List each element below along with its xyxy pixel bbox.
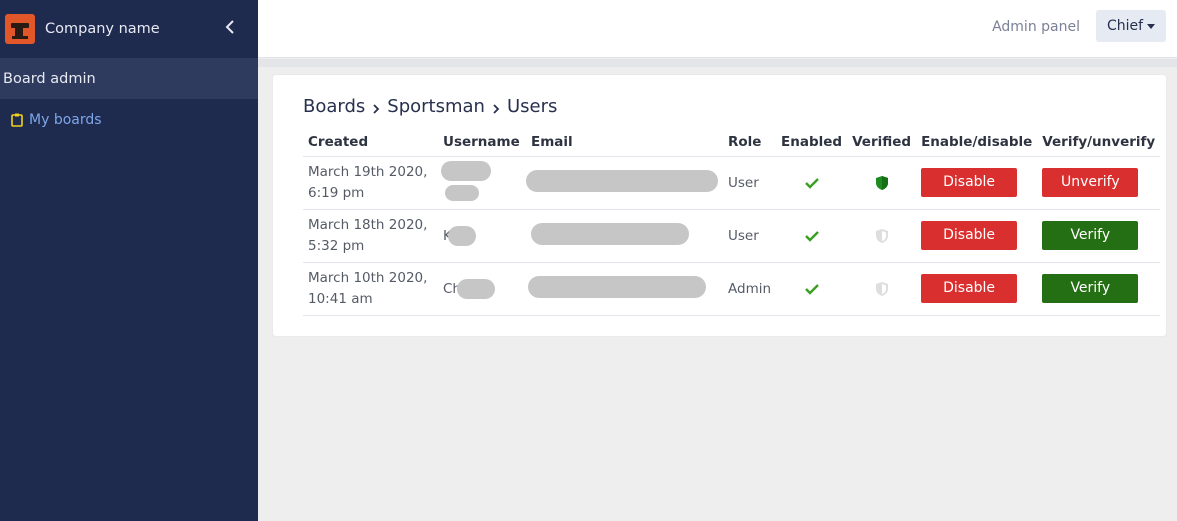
column-header-verified: Verified <box>847 129 917 157</box>
breadcrumb-sportsman[interactable]: Sportsman <box>387 96 485 117</box>
email-cell <box>526 209 723 263</box>
user-name: Chief <box>1106 18 1144 34</box>
check-icon <box>804 177 819 189</box>
enabled-cell <box>776 209 848 263</box>
caret-down-icon <box>1147 23 1156 29</box>
redacted-email <box>526 169 718 192</box>
email-cell <box>526 156 723 210</box>
table-row: March 10th 2020, 10:41 am Ch Admin Disab… <box>303 262 1161 316</box>
column-header-role: Role <box>723 129 777 157</box>
created-cell: March 10th 2020, 10:41 am <box>303 262 438 316</box>
users-card: Boards Sportsman Users Created Username … <box>273 75 1166 336</box>
redacted-username <box>445 184 479 201</box>
unverify-button[interactable]: Unverify <box>1042 168 1139 197</box>
verify-cell: Verify <box>1037 209 1161 263</box>
verified-cell <box>847 262 917 316</box>
redacted-email <box>528 275 706 298</box>
breadcrumb-boards[interactable]: Boards <box>303 96 365 117</box>
sidebar-item-label: My boards <box>29 112 102 128</box>
table-row: March 19th 2020, 6:19 pm User Disable Un… <box>303 156 1161 210</box>
verify-cell: Verify <box>1037 262 1161 316</box>
redacted-username <box>441 160 491 181</box>
shield-icon <box>875 228 888 243</box>
column-header-enabled: Enabled <box>776 129 848 157</box>
disable-button[interactable]: Disable <box>921 168 1018 197</box>
header: Admin panel Chief <box>258 0 1177 58</box>
enabled-cell <box>776 262 848 316</box>
redacted-username <box>447 225 476 246</box>
role-cell: User <box>723 156 777 210</box>
shield-icon <box>875 281 888 296</box>
column-header-email: Email <box>526 129 723 157</box>
chevron-left-icon[interactable] <box>222 18 240 36</box>
header-divider <box>258 59 1177 67</box>
created-date: March 19th 2020, <box>308 163 428 180</box>
role-cell: Admin <box>723 262 777 316</box>
breadcrumb: Boards Sportsman Users <box>303 96 557 117</box>
sidebar-item-my-boards[interactable]: My boards <box>0 99 258 141</box>
sidebar: Company name Board admin My boards <box>0 0 258 521</box>
clipboard-icon <box>11 113 23 127</box>
column-header-created: Created <box>303 129 438 157</box>
disable-button[interactable]: Disable <box>921 221 1018 250</box>
created-time: 5:32 pm <box>308 237 365 254</box>
column-header-enable-disable: Enable/disable <box>916 129 1038 157</box>
role-cell: User <box>723 209 777 263</box>
check-icon <box>804 230 819 242</box>
admin-panel-link[interactable]: Admin panel <box>992 19 1080 35</box>
redacted-username <box>456 278 495 299</box>
check-icon <box>804 283 819 295</box>
username-cell <box>438 156 526 210</box>
created-time: 10:41 am <box>308 290 373 307</box>
user-dropdown[interactable]: Chief <box>1096 10 1166 42</box>
brand-name: Company name <box>45 21 160 37</box>
created-cell: March 19th 2020, 6:19 pm <box>303 156 438 210</box>
created-time: 6:19 pm <box>308 184 365 201</box>
table-row: March 18th 2020, 5:32 pm K User Disable … <box>303 209 1161 263</box>
verify-button[interactable]: Verify <box>1042 221 1139 250</box>
chevron-right-icon <box>369 100 383 114</box>
brand[interactable]: Company name <box>0 0 258 58</box>
column-header-username: Username <box>438 129 526 157</box>
shield-icon <box>875 175 888 190</box>
users-table: Created Username Email Role Enabled Veri… <box>303 129 1161 316</box>
created-date: March 10th 2020, <box>308 269 428 286</box>
verified-cell <box>847 209 917 263</box>
username-cell: K <box>438 209 526 263</box>
toggle-cell: Disable <box>916 156 1038 210</box>
redacted-email <box>531 222 689 245</box>
verified-cell <box>847 156 917 210</box>
toggle-cell: Disable <box>916 262 1038 316</box>
table-header-row: Created Username Email Role Enabled Veri… <box>303 129 1161 157</box>
verify-button[interactable]: Verify <box>1042 274 1139 303</box>
column-header-verify-unverify: Verify/unverify <box>1037 129 1161 157</box>
disable-button[interactable]: Disable <box>921 274 1018 303</box>
sidebar-section-board-admin: Board admin <box>0 58 258 99</box>
logo-icon <box>5 14 35 44</box>
verify-cell: Unverify <box>1037 156 1161 210</box>
username-cell: Ch <box>438 262 526 316</box>
email-cell <box>526 262 723 316</box>
toggle-cell: Disable <box>916 209 1038 263</box>
chevron-right-icon <box>489 100 503 114</box>
created-cell: March 18th 2020, 5:32 pm <box>303 209 438 263</box>
created-date: March 18th 2020, <box>308 216 428 233</box>
enabled-cell <box>776 156 848 210</box>
breadcrumb-users: Users <box>506 96 558 117</box>
